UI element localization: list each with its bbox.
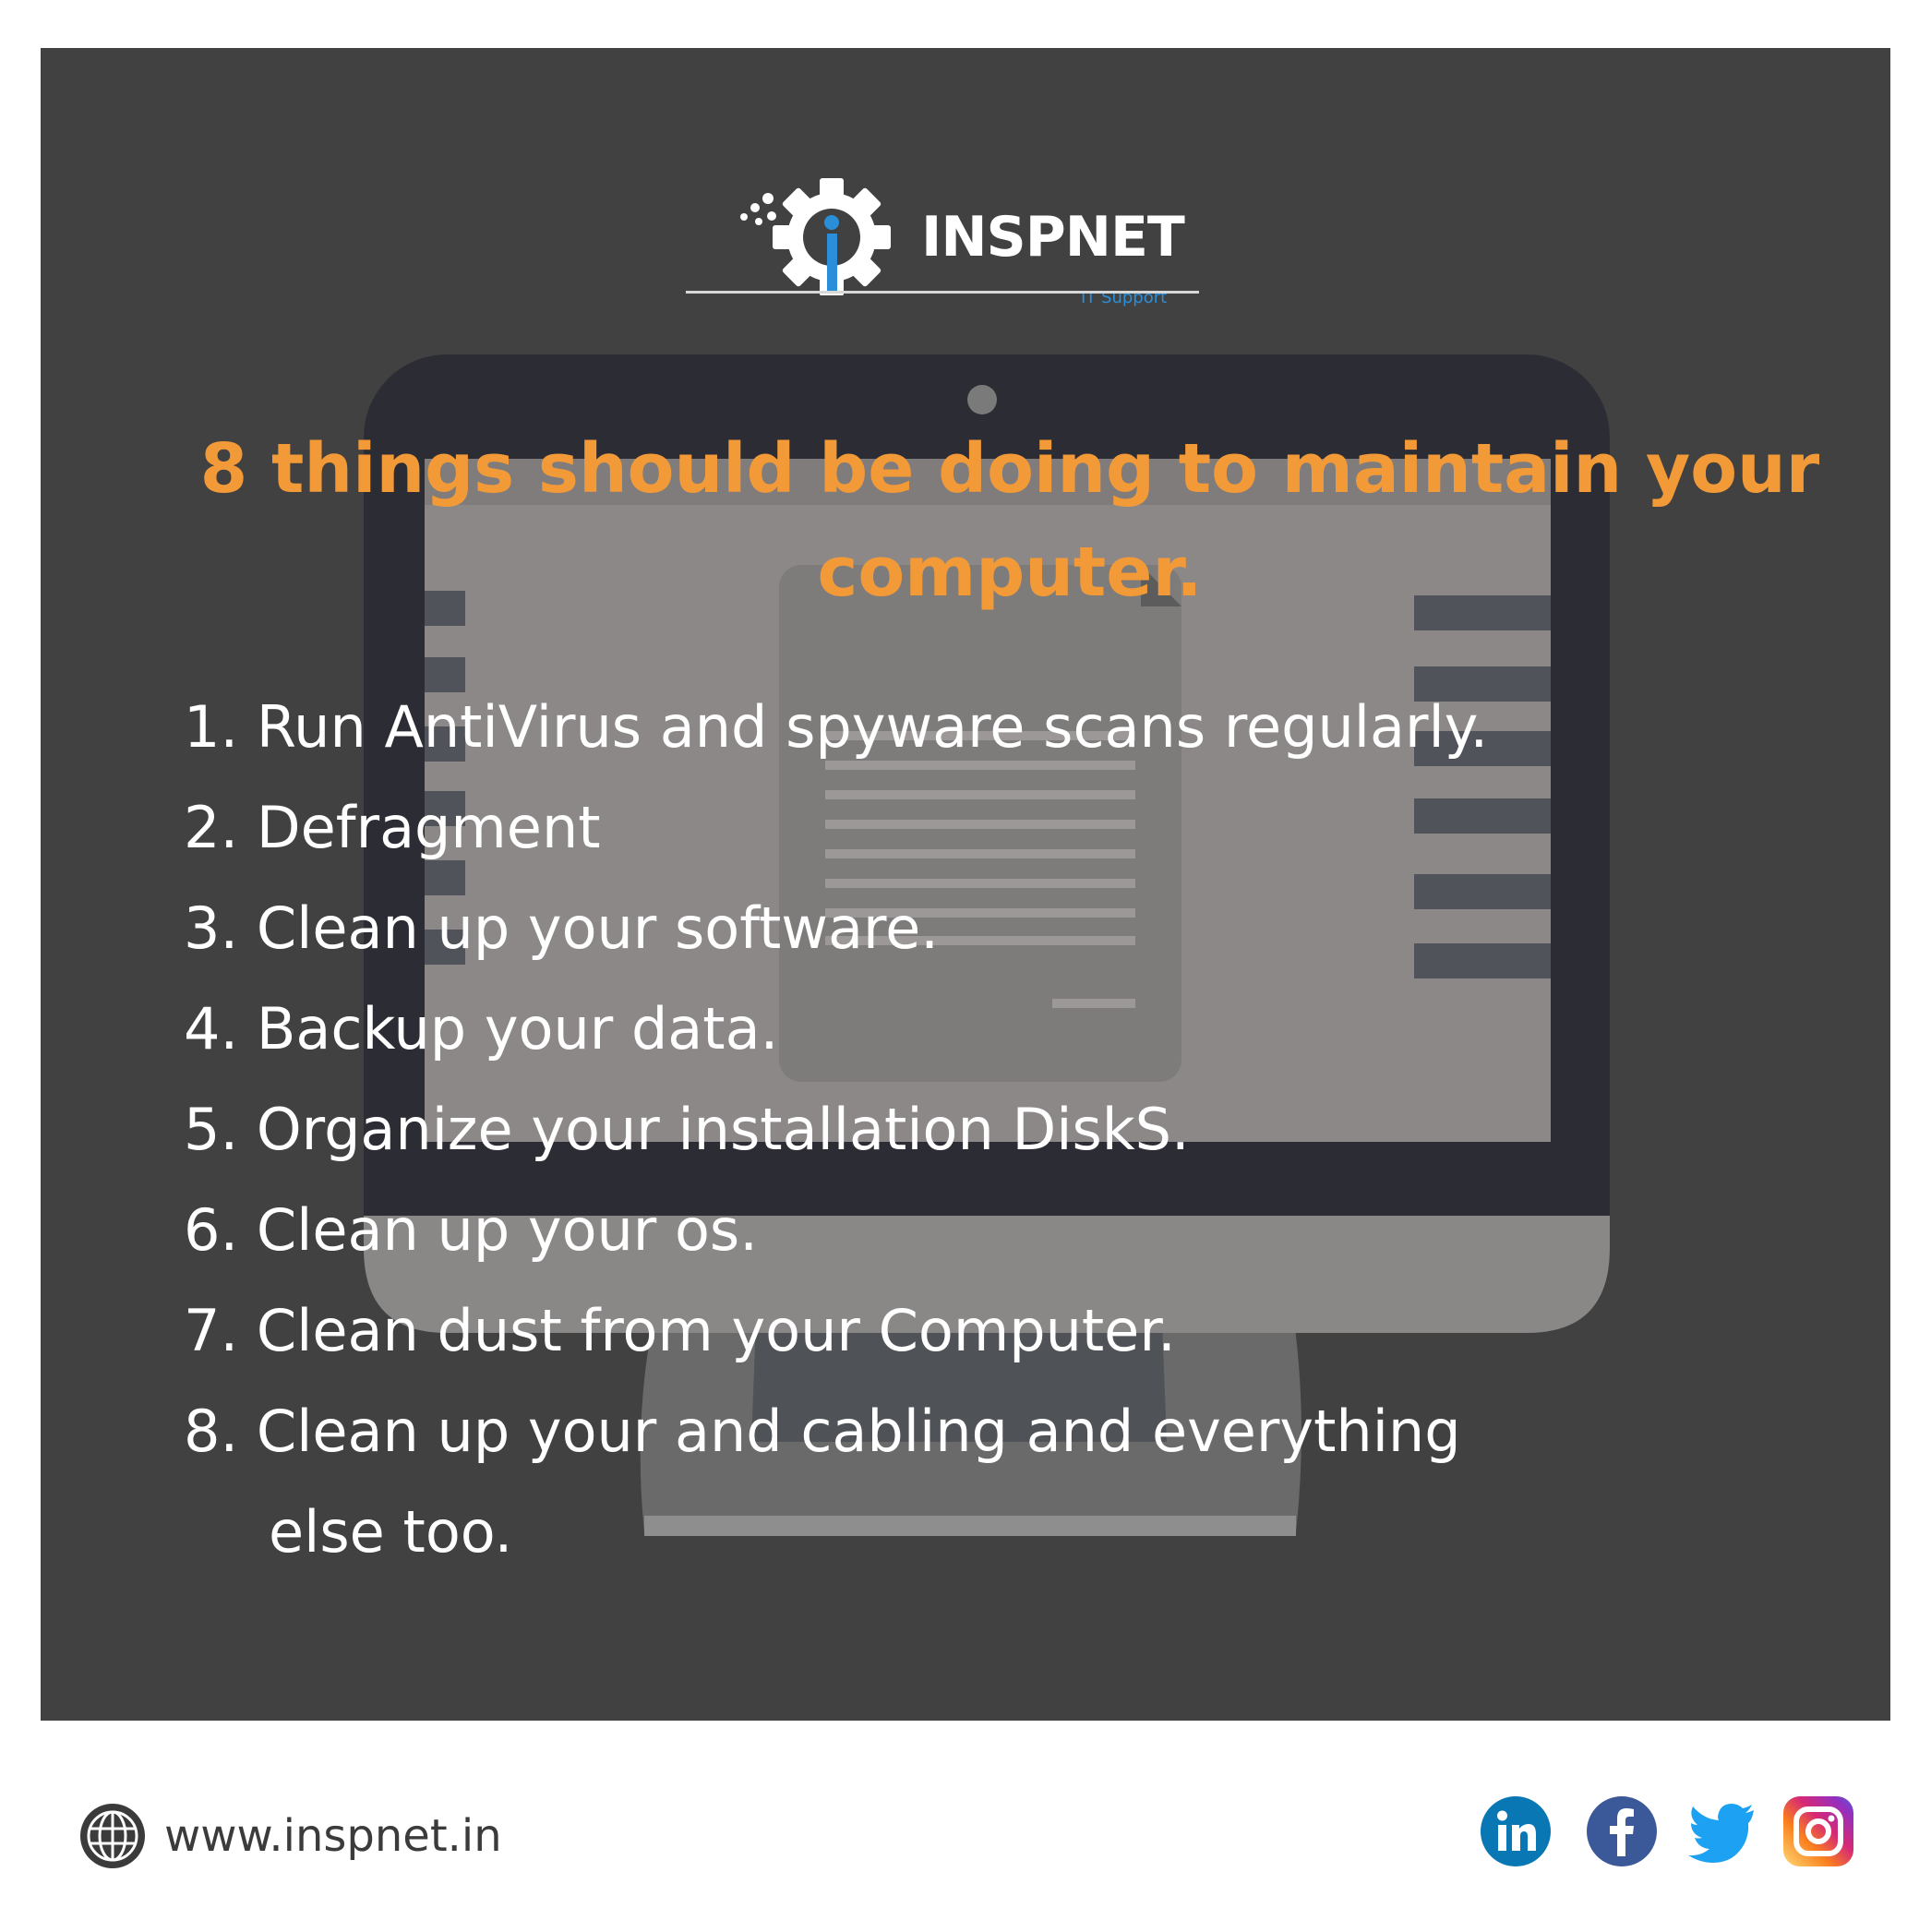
brand-logo: INSPNET IT Support [735, 129, 1196, 307]
list-item: 7. Clean dust from your Computer. [184, 1297, 1176, 1364]
tips-list: 1. Run AntiVirus and spyware scans regul… [184, 685, 1488, 1590]
brand-name: INSPNET [921, 205, 1185, 270]
info-card: INSPNET IT Support 8 things should be do… [41, 48, 1890, 1721]
list-item: 5. Organize your installation DiskS. [184, 1096, 1190, 1163]
globe-icon [80, 1804, 145, 1868]
website-link[interactable]: www.inspnet.in [79, 1803, 502, 1869]
list-item: 2. Defragment [184, 794, 601, 861]
gear-logo-icon [740, 178, 891, 296]
twitter-icon[interactable] [1685, 1795, 1757, 1867]
page-title: 8 things should be doing to maintain you… [199, 429, 1820, 612]
list-item-continuation: else too. [269, 1498, 513, 1566]
instagram-icon[interactable] [1782, 1795, 1854, 1867]
list-item: 8. Clean up your and cabling and everyth… [184, 1398, 1461, 1465]
list-item: 1. Run AntiVirus and spyware scans regul… [184, 693, 1489, 761]
list-item: 6. Clean up your os. [184, 1196, 758, 1264]
linkedin-icon[interactable] [1480, 1795, 1552, 1867]
divider [686, 291, 1199, 294]
website-url[interactable]: www.inspnet.in [164, 1810, 502, 1862]
list-item: 4. Backup your data. [184, 995, 779, 1062]
list-item: 3. Clean up your software. [184, 894, 939, 962]
facebook-icon[interactable] [1586, 1795, 1658, 1867]
